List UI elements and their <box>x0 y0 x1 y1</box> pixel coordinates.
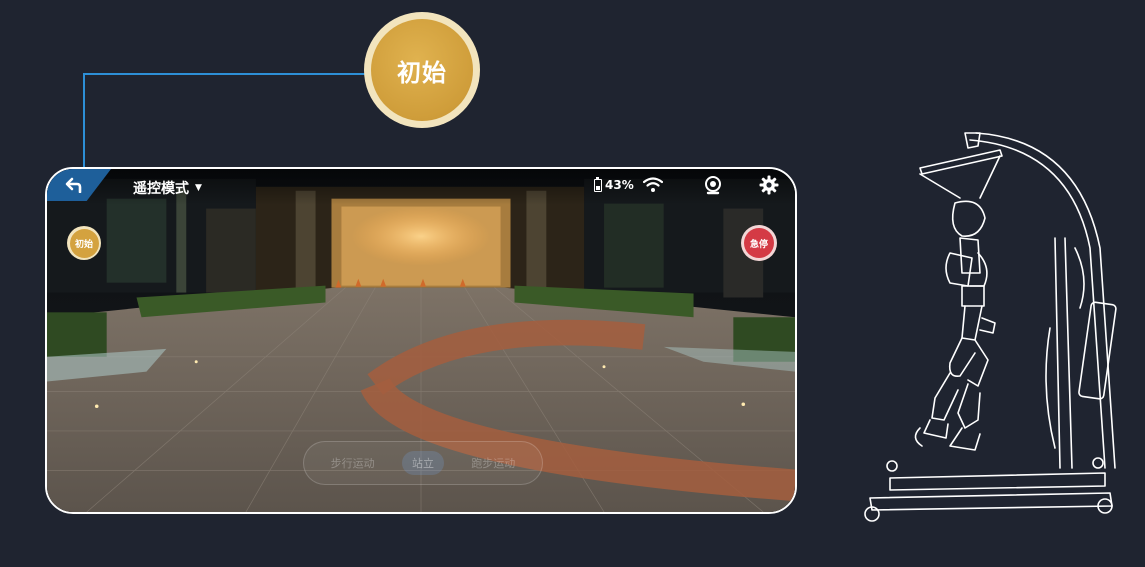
emergency-stop-label: 急停 <box>744 228 774 258</box>
dropdown-caret-icon: ▼ <box>195 183 202 193</box>
battery-icon <box>594 176 602 192</box>
robot-hoist-illustration <box>864 132 1117 522</box>
init-button[interactable]: 初始 <box>67 226 101 260</box>
back-arrow-icon <box>65 177 82 193</box>
init-button-label: 初始 <box>69 228 99 258</box>
battery-status: 43% <box>594 176 634 192</box>
gait-mode-switch: 步行运动 站立 跑步运动 <box>303 441 543 485</box>
phone-screen: 遥控模式 ▼ 43% 初始 急停 步行运动 站立 跑步运动 <box>45 167 797 514</box>
emergency-stop-button[interactable]: 急停 <box>741 225 777 261</box>
gait-mode-run[interactable]: 跑步运动 <box>461 451 525 475</box>
gait-mode-walk[interactable]: 步行运动 <box>321 451 385 475</box>
camera-icon[interactable] <box>704 176 722 196</box>
battery-percentage: 43% <box>605 178 634 192</box>
mode-dropdown[interactable]: 遥控模式 ▼ <box>133 178 202 198</box>
gait-mode-stand[interactable]: 站立 <box>401 451 444 475</box>
callout-connector-horizontal <box>83 73 366 75</box>
callout-init-badge: 初始 <box>364 12 480 128</box>
mode-dropdown-label: 遥控模式 <box>133 181 189 197</box>
wifi-icon <box>643 177 663 192</box>
gear-icon[interactable] <box>759 175 779 195</box>
callout-init-label: 初始 <box>371 19 473 121</box>
